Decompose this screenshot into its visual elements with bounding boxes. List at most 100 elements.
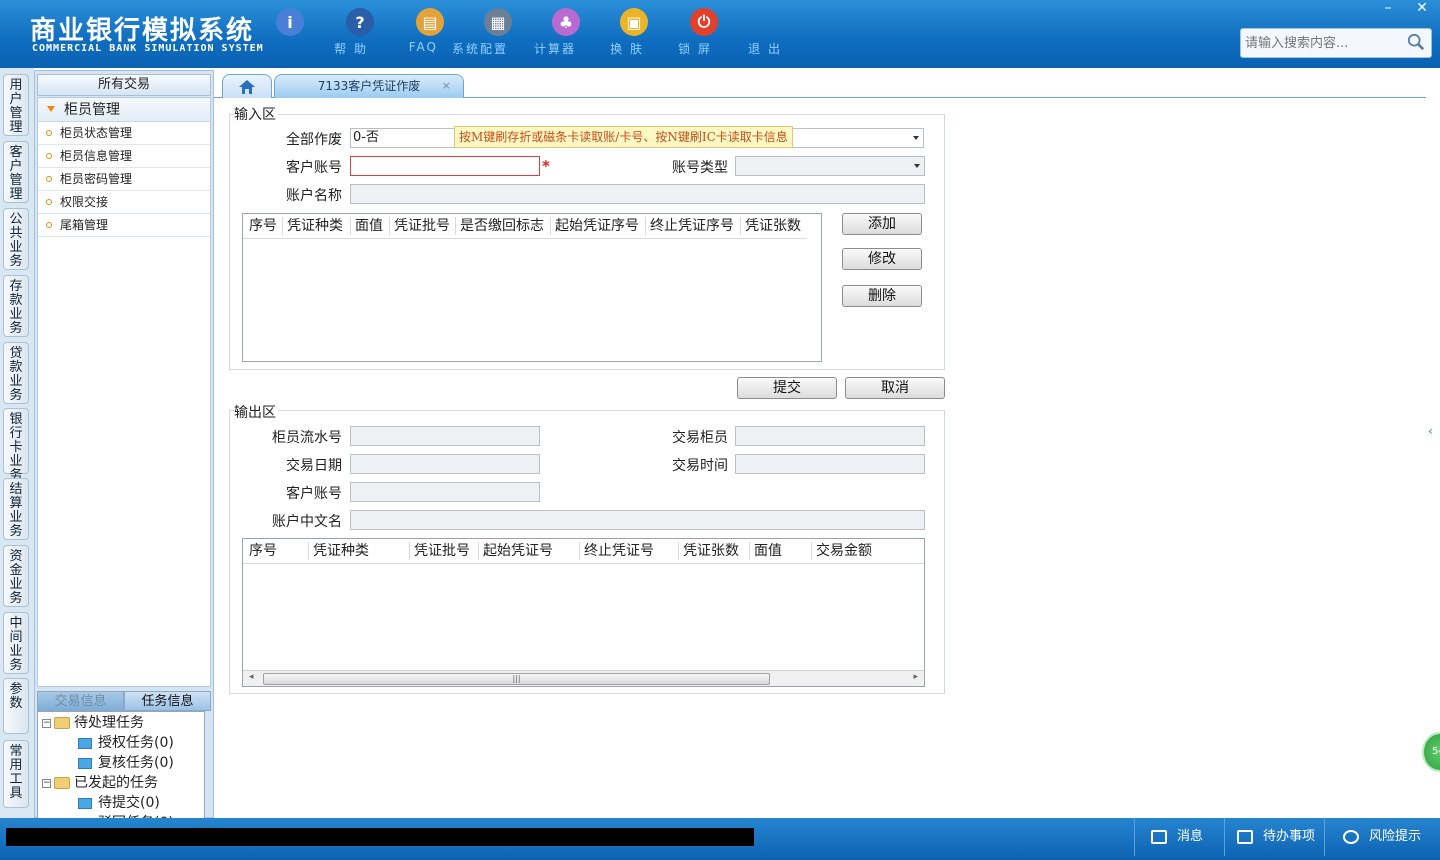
task-doc-icon bbox=[78, 797, 92, 809]
tree-node[interactable]: − 已发起的任务 bbox=[42, 773, 158, 793]
column-header[interactable]: 凭证张数 bbox=[745, 214, 801, 238]
tab-bar: 7133客户凭证作废 × bbox=[214, 72, 1426, 98]
column-divider bbox=[478, 542, 479, 560]
toolbar-button-1[interactable]: ? FAQ bbox=[328, 8, 436, 54]
account-name-field bbox=[350, 184, 925, 204]
vnav-tab-1[interactable]: 客户管理 bbox=[3, 141, 29, 203]
risk-label: 风险提示 bbox=[1369, 829, 1422, 844]
column-divider bbox=[740, 217, 741, 235]
sidebar-item-2[interactable]: 柜员密码管理 bbox=[38, 168, 210, 191]
trade-teller-field bbox=[735, 426, 925, 446]
tree-node[interactable]: 复核任务(0) bbox=[78, 753, 174, 773]
close-window-button[interactable]: ✕ bbox=[1406, 0, 1438, 18]
collapse-icon[interactable]: − bbox=[42, 778, 51, 788]
submit-button[interactable]: 提交 bbox=[737, 377, 837, 399]
status-message-area bbox=[6, 828, 754, 846]
tab-7133[interactable]: 7133客户凭证作废 × bbox=[274, 74, 464, 98]
sidebar-item-label: 尾箱管理 bbox=[60, 218, 109, 232]
all-void-value: 0-否 bbox=[353, 130, 379, 145]
search-input[interactable] bbox=[1241, 29, 1401, 57]
vnav-tab-3[interactable]: 存款业务 bbox=[3, 275, 29, 337]
sidebar-item-1[interactable]: 柜员信息管理 bbox=[38, 145, 210, 168]
tab-close-icon[interactable]: × bbox=[442, 75, 451, 97]
search-icon[interactable] bbox=[1407, 33, 1425, 51]
toolbar-button-0[interactable]: i帮 助 bbox=[258, 8, 366, 56]
toolbar-button-3[interactable]: ▦ 计算器 bbox=[466, 8, 574, 56]
column-header[interactable]: 面值 bbox=[754, 539, 782, 563]
sidebar-item-3[interactable]: 权限交接 bbox=[38, 191, 210, 214]
todo-button[interactable]: 待办事项 bbox=[1224, 818, 1324, 856]
status-bar: 消息 待办事项 风险提示 bbox=[0, 818, 1440, 860]
message-button[interactable]: 消息 bbox=[1134, 818, 1224, 856]
info-icon: i bbox=[276, 8, 304, 36]
column-header[interactable]: 终止凭证序号 bbox=[650, 214, 734, 238]
vnav-tab-0[interactable]: 用户管理 bbox=[3, 74, 29, 136]
column-header[interactable]: 凭证张数 bbox=[683, 539, 739, 563]
column-header[interactable]: 凭证种类 bbox=[313, 539, 369, 563]
scroll-left-icon[interactable]: ◂ bbox=[249, 672, 254, 682]
trade-time-label: 交易时间 bbox=[672, 458, 728, 474]
column-header[interactable]: 面值 bbox=[355, 214, 383, 238]
task-tabs: 交易信息 任务信息 bbox=[37, 691, 211, 711]
column-header[interactable]: 起始凭证号 bbox=[483, 539, 553, 563]
trade-teller-label: 交易柜员 bbox=[672, 430, 728, 446]
main-content: 输入区 全部作废 0-否 按M键刷存折或磁条卡读取账/卡号、按N键刷IC卡读取卡… bbox=[220, 98, 1426, 818]
collapse-panel-icon[interactable]: ‹ bbox=[1428, 424, 1438, 464]
collapse-icon[interactable]: − bbox=[42, 718, 51, 728]
sidebar: 所有交易 柜员管理 柜员状态管理 柜员信息管理 柜员密码管理 权限交接 尾箱管理 交易信… bbox=[34, 70, 214, 860]
toolbar-button-2[interactable]: ▤ 系统配置 bbox=[398, 8, 506, 56]
checkbox-icon bbox=[1237, 829, 1253, 844]
vnav-tab-10[interactable]: 常用工具 bbox=[3, 740, 29, 808]
risk-button[interactable]: 风险提示 bbox=[1324, 818, 1440, 856]
vnav-tab-9[interactable]: 参数 bbox=[3, 678, 29, 734]
horizontal-scrollbar[interactable]: ◂ ||| ▸ bbox=[243, 670, 924, 686]
vnav-tab-8[interactable]: 中间业务 bbox=[3, 612, 29, 674]
tree-node[interactable]: 待提交(0) bbox=[78, 793, 160, 813]
voucher-output-grid[interactable]: 序号 凭证种类 凭证批号 起始凭证号 终止凭证号 凭证张数 面值 交易金额 ◂ ||| ▸ bbox=[242, 538, 925, 687]
delete-button[interactable]: 删除 bbox=[842, 285, 922, 307]
tab-trade-info[interactable]: 交易信息 bbox=[37, 691, 124, 711]
column-header[interactable]: 凭证批号 bbox=[414, 539, 470, 563]
app-title: 商业银行模拟系统 bbox=[30, 16, 255, 46]
vnav-tab-2[interactable]: 公共业务 bbox=[3, 208, 29, 270]
modify-button[interactable]: 修改 bbox=[842, 248, 922, 270]
toolbar-button-4[interactable]: ♣ 换 肤 bbox=[534, 8, 642, 56]
column-header[interactable]: 凭证批号 bbox=[394, 214, 450, 238]
voucher-input-grid[interactable]: 序号 凭证种类 面值 凭证批号 是否缴回标志 起始凭证序号 终止凭证序号 凭证张数 bbox=[242, 213, 822, 362]
vertical-nav: 用户管理客户管理公共业务存款业务贷款业务银行卡业务 结算业务资金业务中间业务参数常… bbox=[0, 68, 34, 818]
tree-node-label: 授权任务(0) bbox=[98, 735, 174, 751]
tree-node[interactable]: 授权任务(0) bbox=[78, 733, 174, 753]
sidebar-item-0[interactable]: 柜员状态管理 bbox=[38, 122, 210, 145]
vnav-tab-4[interactable]: 贷款业务 bbox=[3, 342, 29, 404]
column-header[interactable]: 序号 bbox=[249, 214, 277, 238]
column-header[interactable]: 交易金额 bbox=[816, 539, 872, 563]
account-input[interactable] bbox=[350, 156, 540, 176]
add-button[interactable]: 添加 bbox=[842, 213, 922, 235]
todo-label: 待办事项 bbox=[1263, 829, 1316, 844]
home-icon bbox=[239, 80, 255, 94]
vnav-tab-6[interactable]: 结算业务 bbox=[3, 478, 29, 540]
scroll-right-icon[interactable]: ▸ bbox=[913, 672, 918, 682]
toolbar-button-5[interactable]: ▣ 锁 屏 bbox=[602, 8, 710, 56]
grid-header-divider bbox=[243, 563, 924, 564]
minimize-button[interactable]: – bbox=[1372, 0, 1404, 18]
column-header[interactable]: 是否缴回标志 bbox=[460, 214, 544, 238]
tab-home[interactable] bbox=[222, 74, 272, 98]
expand-arrow-icon bbox=[47, 106, 55, 112]
column-header[interactable]: 起始凭证序号 bbox=[555, 214, 639, 238]
column-divider bbox=[389, 217, 390, 235]
toolbar-button-6[interactable]: ⏻ 退 出 bbox=[672, 8, 780, 56]
account-type-select[interactable] bbox=[735, 156, 925, 176]
column-header[interactable]: 序号 bbox=[249, 539, 277, 563]
vnav-tab-7[interactable]: 资金业务 bbox=[3, 545, 29, 607]
column-header[interactable]: 凭证种类 bbox=[287, 214, 343, 238]
tab-task-info[interactable]: 任务信息 bbox=[124, 691, 211, 711]
column-header[interactable]: 终止凭证号 bbox=[584, 539, 654, 563]
sidebar-group-teller[interactable]: 柜员管理 bbox=[38, 98, 210, 122]
cancel-button[interactable]: 取消 bbox=[845, 377, 945, 399]
column-divider bbox=[811, 542, 812, 560]
tree-node[interactable]: − 待处理任务 bbox=[42, 713, 144, 733]
sidebar-item-4[interactable]: 尾箱管理 bbox=[38, 214, 210, 237]
scrollbar-thumb[interactable]: ||| bbox=[263, 673, 770, 685]
vnav-tab-5[interactable]: 银行卡业务 bbox=[3, 408, 29, 483]
